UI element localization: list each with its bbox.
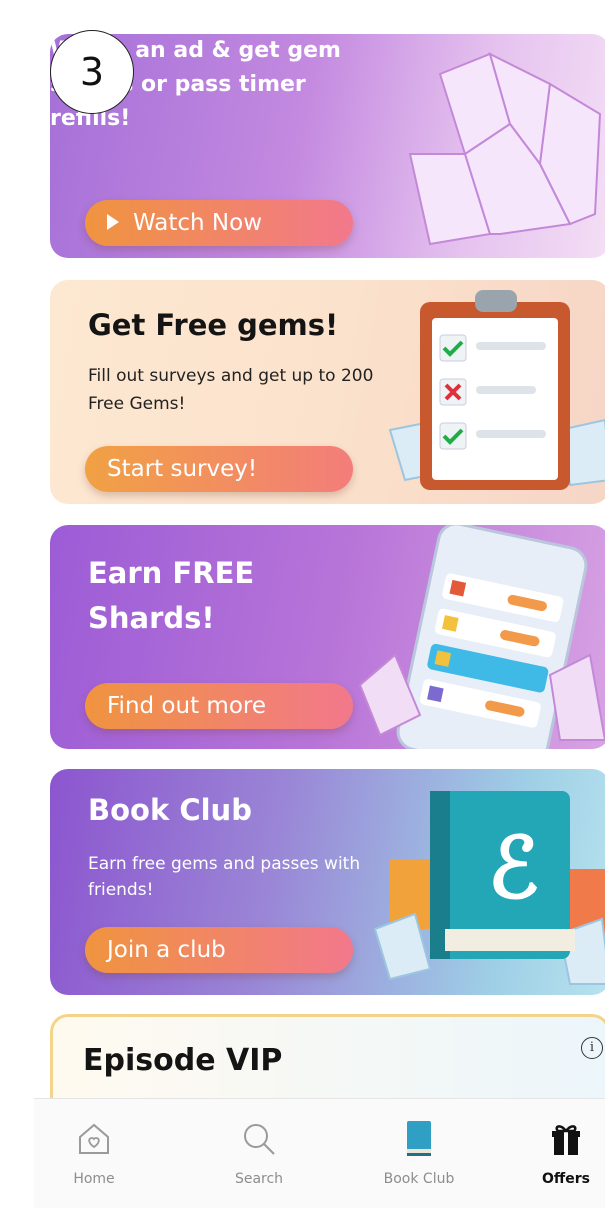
vip-title: Episode VIP: [83, 1043, 283, 1078]
shards-card[interactable]: Earn FREE Shards! Find out more: [50, 525, 605, 749]
clipboard-illustration: [388, 290, 605, 490]
crystal-illustration: [408, 52, 602, 246]
phone-illustration: [358, 525, 605, 749]
watch-now-label: Watch Now: [133, 210, 263, 236]
nav-offers[interactable]: Offers: [511, 1117, 605, 1187]
book-illustration: ℰ: [373, 791, 605, 985]
join-club-button[interactable]: Join a club: [85, 927, 353, 973]
survey-card[interactable]: Get Free gems! Fill out surveys and get …: [50, 280, 605, 504]
survey-title: Get Free gems!: [88, 308, 339, 342]
book-club-title: Book Club: [88, 793, 252, 827]
info-icon[interactable]: i: [581, 1037, 603, 1059]
offers-screen: Watch an ad & get gem shards or pass tim…: [34, 0, 605, 1208]
shards-title: Earn FREE Shards!: [88, 556, 255, 635]
nav-label-home: Home: [73, 1171, 115, 1187]
nav-label-offers: Offers: [542, 1171, 590, 1187]
nav-search[interactable]: Search: [204, 1117, 314, 1187]
start-survey-button[interactable]: Start survey!: [85, 446, 353, 492]
nav-home[interactable]: Home: [39, 1117, 149, 1187]
bottom-nav: Home Search Book Club Offers: [34, 1098, 605, 1208]
gift-icon: [552, 1125, 580, 1155]
survey-description: Fill out surveys and get up to 200 Free …: [88, 366, 374, 414]
home-icon: [79, 1123, 109, 1154]
nav-book-club[interactable]: Book Club: [364, 1117, 474, 1187]
book-club-card[interactable]: ℰ Book Club Earn free gems and passes wi…: [50, 769, 605, 995]
nav-label-book-club: Book Club: [383, 1171, 455, 1187]
nav-label-search: Search: [234, 1171, 284, 1187]
episode-vip-card[interactable]: Episode VIP i: [50, 1014, 605, 1104]
watch-now-button[interactable]: Watch Now: [85, 200, 353, 246]
step-number-badge: 3: [50, 30, 134, 114]
book-icon: [407, 1121, 431, 1156]
find-out-more-button[interactable]: Find out more: [85, 683, 353, 729]
svg-text:ℰ: ℰ: [488, 818, 539, 917]
play-icon: [107, 213, 119, 230]
book-club-description: Earn free gems and passes with friends!: [88, 854, 361, 900]
search-icon: [244, 1124, 275, 1155]
